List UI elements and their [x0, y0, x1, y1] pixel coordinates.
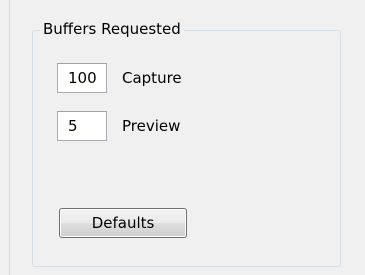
buffers-requested-title: Buffers Requested: [40, 19, 184, 39]
preview-label: Preview: [122, 117, 181, 135]
preview-buffers-input[interactable]: [57, 111, 107, 141]
defaults-button[interactable]: Defaults: [59, 208, 187, 238]
capture-buffers-input[interactable]: [57, 63, 107, 93]
capture-label: Capture: [122, 69, 182, 87]
